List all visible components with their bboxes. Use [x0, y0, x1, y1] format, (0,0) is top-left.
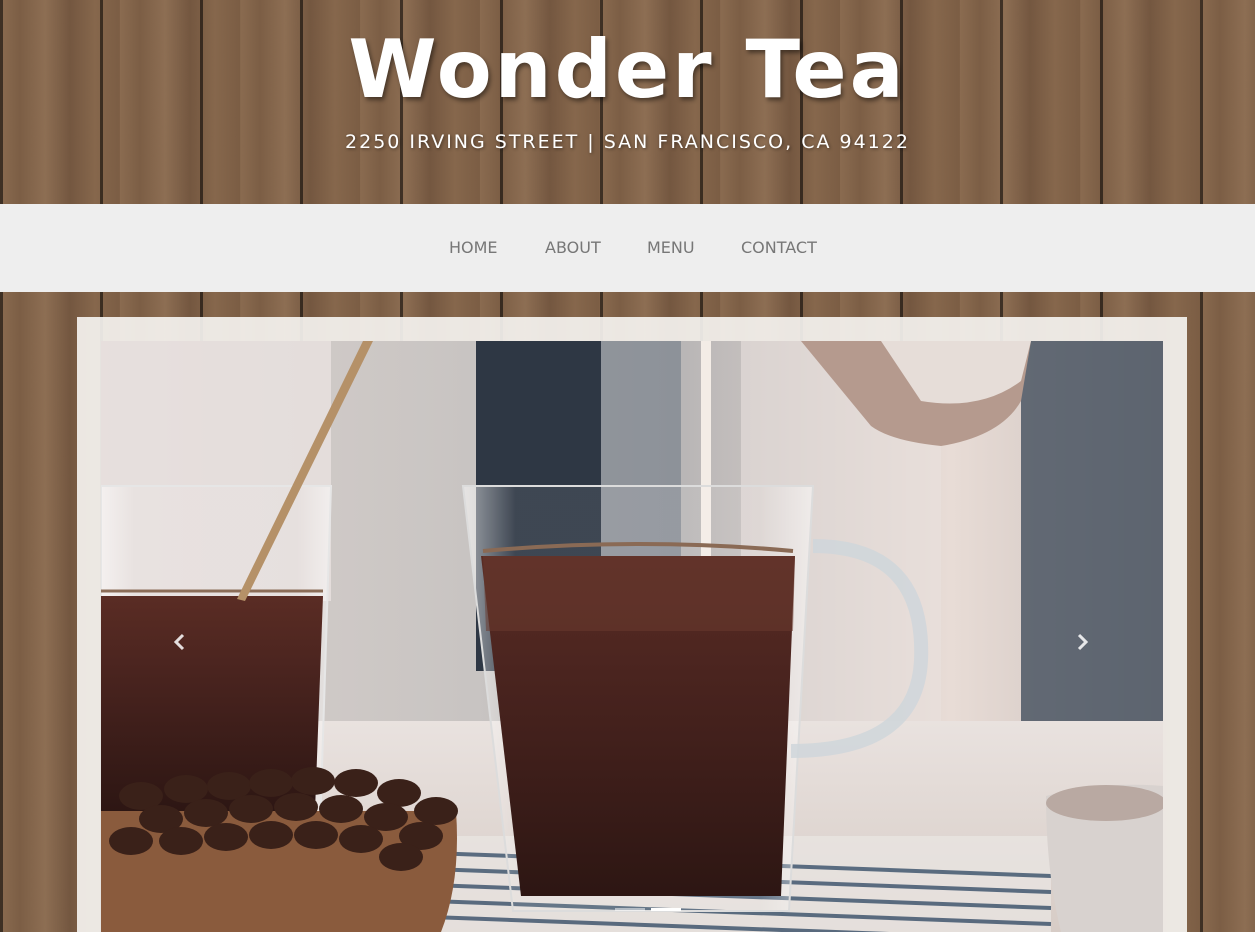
chevron-right-icon [1077, 633, 1089, 651]
site-title: Wonder Tea [348, 23, 907, 116]
hero-carousel [101, 341, 1163, 932]
main-nav: HOME ABOUT MENU CONTACT [0, 204, 1255, 292]
carousel-next-button[interactable] [1067, 627, 1097, 657]
nav-list: HOME ABOUT MENU CONTACT [0, 204, 1255, 292]
site-address: 2250 IRVING STREET | SAN FRANCISCO, CA 9… [345, 131, 910, 153]
carousel-indicator-1[interactable] [615, 908, 645, 911]
carousel-prev-button[interactable] [165, 627, 195, 657]
slide-image [101, 341, 1163, 932]
chevron-left-icon [173, 633, 185, 651]
nav-item-contact[interactable]: CONTACT [741, 237, 817, 259]
nav-item-menu[interactable]: MENU [647, 237, 695, 259]
nav-item-home[interactable]: HOME [449, 237, 498, 259]
carousel-indicator-2[interactable] [651, 908, 681, 911]
site-header: Wonder Tea 2250 IRVING STREET | SAN FRAN… [0, 0, 1255, 204]
nav-item-about[interactable]: ABOUT [545, 237, 601, 259]
carousel-indicators [101, 908, 1163, 914]
